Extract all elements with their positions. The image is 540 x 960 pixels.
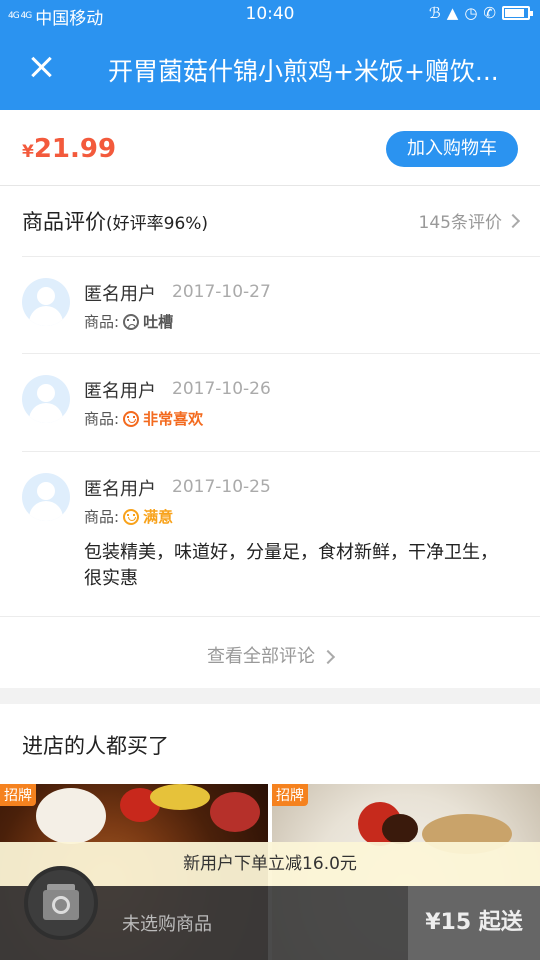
reviewer-name: 匿名用户 bbox=[84, 381, 156, 402]
food-photo bbox=[382, 814, 418, 844]
price-row: ¥21.99 加入购物车 bbox=[0, 110, 540, 186]
reviewer-name: 匿名用户 bbox=[84, 479, 156, 500]
goods-label: 商品: bbox=[84, 313, 120, 331]
status-bar: 4G 4G 中国移动 10:40 ℬ ▲ ◷ ✆ bbox=[0, 0, 540, 30]
reviews-header[interactable]: 商品评价(好评率96%) 145条评价 bbox=[0, 186, 540, 256]
divider bbox=[0, 616, 540, 617]
bluetooth-icon: ℬ bbox=[428, 4, 441, 22]
product-price: ¥21.99 bbox=[22, 134, 116, 164]
review-text: 包装精美，味道好，分量足，食材新鲜，干净卫生，很实惠 bbox=[84, 542, 498, 589]
review-count-link[interactable]: 145条评价 bbox=[418, 208, 521, 233]
reviews-title-label: 商品评价 bbox=[22, 210, 106, 234]
food-photo bbox=[36, 788, 106, 844]
avatar bbox=[22, 375, 70, 423]
goods-label: 商品: bbox=[84, 410, 120, 428]
view-all-reviews-link[interactable]: 查看全部评论 bbox=[0, 626, 540, 688]
minimum-order-button[interactable]: ¥15 起送 bbox=[408, 886, 540, 960]
sentiment-label: 吐槽 bbox=[143, 313, 174, 331]
view-all-label: 查看全部评论 bbox=[207, 646, 315, 667]
chevron-right-icon bbox=[505, 213, 521, 228]
battery-icon bbox=[502, 6, 533, 20]
title-bar: 开胃菌菇什锦小煎鸡+米饭+赠饮... bbox=[0, 30, 540, 110]
reviews-section: 商品评价(好评率96%) 145条评价 匿名用户 2017-10-27 商品: … bbox=[0, 186, 540, 688]
grin-face-icon bbox=[123, 410, 140, 427]
signature-tag: 招牌 bbox=[0, 784, 36, 806]
cart-button[interactable] bbox=[24, 866, 98, 940]
review-item: 匿名用户 2017-10-27 商品: 吐槽 bbox=[0, 256, 540, 354]
hd-call-icon: ✆ bbox=[483, 4, 496, 22]
review-item: 匿名用户 2017-10-25 商品: 满意 包装精美，味道好，分量足，食材新鲜… bbox=[0, 452, 540, 616]
goods-rating: 商品: 非常喜欢 bbox=[84, 408, 203, 429]
goods-rating: 商品: 吐槽 bbox=[84, 311, 173, 332]
close-icon[interactable] bbox=[26, 52, 58, 84]
mute-icon: ▲ bbox=[446, 4, 459, 22]
sentiment-label: 满意 bbox=[143, 508, 174, 526]
status-icons: ℬ ▲ ◷ ✆ bbox=[428, 4, 533, 22]
cart-status: 未选购商品 bbox=[122, 914, 212, 935]
add-to-cart-button[interactable]: 加入购物车 bbox=[386, 131, 518, 167]
avatar bbox=[22, 278, 70, 326]
food-photo bbox=[150, 784, 210, 810]
battery-fill bbox=[505, 9, 524, 17]
signature-tag: 招牌 bbox=[272, 784, 308, 806]
section-title: 进店的人都买了 bbox=[22, 734, 169, 758]
review-date: 2017-10-26 bbox=[172, 379, 271, 399]
alarm-icon: ◷ bbox=[464, 4, 478, 22]
goods-label: 商品: bbox=[84, 508, 120, 526]
smile-face-icon bbox=[123, 508, 140, 525]
reviews-title: 商品评价(好评率96%) bbox=[22, 206, 208, 236]
review-date: 2017-10-25 bbox=[172, 477, 271, 497]
currency-symbol: ¥ bbox=[22, 142, 34, 162]
review-item: 匿名用户 2017-10-26 商品: 非常喜欢 bbox=[0, 354, 540, 452]
food-photo bbox=[210, 792, 260, 832]
goods-rating: 商品: 满意 bbox=[84, 506, 173, 527]
shopping-bag-icon bbox=[43, 884, 79, 920]
review-date: 2017-10-27 bbox=[172, 282, 271, 302]
avatar bbox=[22, 473, 70, 521]
review-count: 145条评价 bbox=[418, 213, 502, 233]
positive-rate: (好评率96%) bbox=[106, 214, 209, 234]
sad-face-icon bbox=[123, 313, 140, 330]
reviewer-name: 匿名用户 bbox=[84, 284, 156, 305]
page-title: 开胃菌菇什锦小煎鸡+米饭+赠饮... bbox=[108, 57, 499, 86]
chevron-right-icon bbox=[320, 649, 336, 665]
sentiment-label: 非常喜欢 bbox=[143, 410, 204, 428]
price-value: 21.99 bbox=[33, 134, 117, 164]
